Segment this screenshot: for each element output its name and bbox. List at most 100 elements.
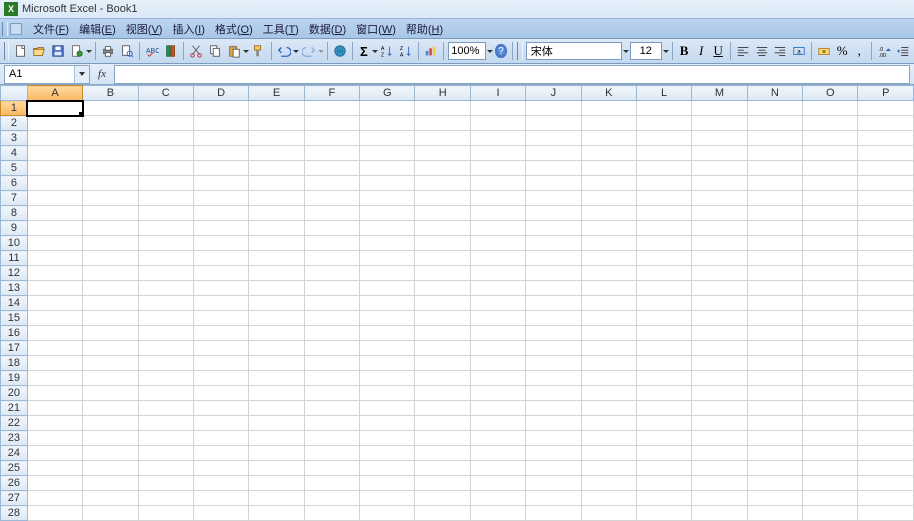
cell-K5[interactable]	[581, 161, 636, 176]
cell-C28[interactable]	[138, 506, 193, 521]
cell-M28[interactable]	[692, 506, 747, 521]
cell-N2[interactable]	[747, 116, 802, 131]
cell-A11[interactable]	[27, 251, 82, 266]
cell-K22[interactable]	[581, 416, 636, 431]
cell-D15[interactable]	[193, 311, 248, 326]
cell-I7[interactable]	[470, 191, 525, 206]
font-size-dropdown[interactable]	[663, 42, 669, 60]
cell-A27[interactable]	[27, 491, 82, 506]
align-left-button[interactable]	[735, 41, 752, 61]
cell-D3[interactable]	[193, 131, 248, 146]
cell-N7[interactable]	[747, 191, 802, 206]
cell-F1[interactable]	[304, 101, 359, 116]
cell-G4[interactable]	[360, 146, 415, 161]
cell-P8[interactable]	[858, 206, 914, 221]
cell-N13[interactable]	[747, 281, 802, 296]
cell-H15[interactable]	[415, 311, 470, 326]
cell-M15[interactable]	[692, 311, 747, 326]
cell-I12[interactable]	[470, 266, 525, 281]
cell-E22[interactable]	[249, 416, 304, 431]
cell-O15[interactable]	[803, 311, 858, 326]
cell-O7[interactable]	[803, 191, 858, 206]
cell-J19[interactable]	[526, 371, 581, 386]
cell-H26[interactable]	[415, 476, 470, 491]
cell-F26[interactable]	[304, 476, 359, 491]
cell-D22[interactable]	[193, 416, 248, 431]
cell-D18[interactable]	[193, 356, 248, 371]
research-button[interactable]	[163, 41, 180, 61]
cell-J7[interactable]	[526, 191, 581, 206]
cell-C25[interactable]	[138, 461, 193, 476]
cell-K25[interactable]	[581, 461, 636, 476]
menu-data[interactable]: 数据(D)	[304, 20, 351, 38]
cell-G3[interactable]	[360, 131, 415, 146]
paste-button[interactable]	[225, 41, 242, 61]
cell-M24[interactable]	[692, 446, 747, 461]
cell-G22[interactable]	[360, 416, 415, 431]
cell-J22[interactable]	[526, 416, 581, 431]
cell-M9[interactable]	[692, 221, 747, 236]
row-header-10[interactable]: 10	[1, 236, 28, 251]
cell-G16[interactable]	[360, 326, 415, 341]
open-button[interactable]	[31, 41, 48, 61]
name-box[interactable]: A1	[4, 65, 90, 84]
cell-F19[interactable]	[304, 371, 359, 386]
cell-C27[interactable]	[138, 491, 193, 506]
cell-M11[interactable]	[692, 251, 747, 266]
cell-K20[interactable]	[581, 386, 636, 401]
cell-A17[interactable]	[27, 341, 82, 356]
cell-C15[interactable]	[138, 311, 193, 326]
cell-H12[interactable]	[415, 266, 470, 281]
cell-I21[interactable]	[470, 401, 525, 416]
cell-C7[interactable]	[138, 191, 193, 206]
cell-P19[interactable]	[858, 371, 914, 386]
row-header-8[interactable]: 8	[1, 206, 28, 221]
bold-button[interactable]: B	[677, 41, 692, 61]
cell-N3[interactable]	[747, 131, 802, 146]
menu-tools[interactable]: 工具(T)	[258, 20, 304, 38]
cell-B24[interactable]	[83, 446, 138, 461]
cell-J25[interactable]	[526, 461, 581, 476]
cell-P16[interactable]	[858, 326, 914, 341]
row-header-12[interactable]: 12	[1, 266, 28, 281]
column-header-C[interactable]: C	[138, 86, 193, 101]
cell-E14[interactable]	[249, 296, 304, 311]
cell-P4[interactable]	[858, 146, 914, 161]
align-center-button[interactable]	[753, 41, 770, 61]
cell-L20[interactable]	[636, 386, 691, 401]
cell-J4[interactable]	[526, 146, 581, 161]
cell-E16[interactable]	[249, 326, 304, 341]
cell-N16[interactable]	[747, 326, 802, 341]
cell-G27[interactable]	[360, 491, 415, 506]
cell-O27[interactable]	[803, 491, 858, 506]
cell-B2[interactable]	[83, 116, 138, 131]
cell-I4[interactable]	[470, 146, 525, 161]
cell-M22[interactable]	[692, 416, 747, 431]
cell-O28[interactable]	[803, 506, 858, 521]
cell-H28[interactable]	[415, 506, 470, 521]
cell-H27[interactable]	[415, 491, 470, 506]
cell-L19[interactable]	[636, 371, 691, 386]
cell-J3[interactable]	[526, 131, 581, 146]
toolbar-options-dropdown[interactable]	[10, 23, 22, 35]
cell-H2[interactable]	[415, 116, 470, 131]
cell-A10[interactable]	[27, 236, 82, 251]
cell-C21[interactable]	[138, 401, 193, 416]
cell-F14[interactable]	[304, 296, 359, 311]
cell-N1[interactable]	[747, 101, 802, 116]
cell-E18[interactable]	[249, 356, 304, 371]
cell-B1[interactable]	[83, 101, 138, 116]
cell-J14[interactable]	[526, 296, 581, 311]
cell-J5[interactable]	[526, 161, 581, 176]
cell-J9[interactable]	[526, 221, 581, 236]
cell-A16[interactable]	[27, 326, 82, 341]
paste-dropdown[interactable]	[243, 42, 249, 60]
decrease-indent-button[interactable]	[894, 41, 911, 61]
cell-F23[interactable]	[304, 431, 359, 446]
cell-H5[interactable]	[415, 161, 470, 176]
cell-C2[interactable]	[138, 116, 193, 131]
row-header-14[interactable]: 14	[1, 296, 28, 311]
cell-N18[interactable]	[747, 356, 802, 371]
cell-F28[interactable]	[304, 506, 359, 521]
cell-E19[interactable]	[249, 371, 304, 386]
